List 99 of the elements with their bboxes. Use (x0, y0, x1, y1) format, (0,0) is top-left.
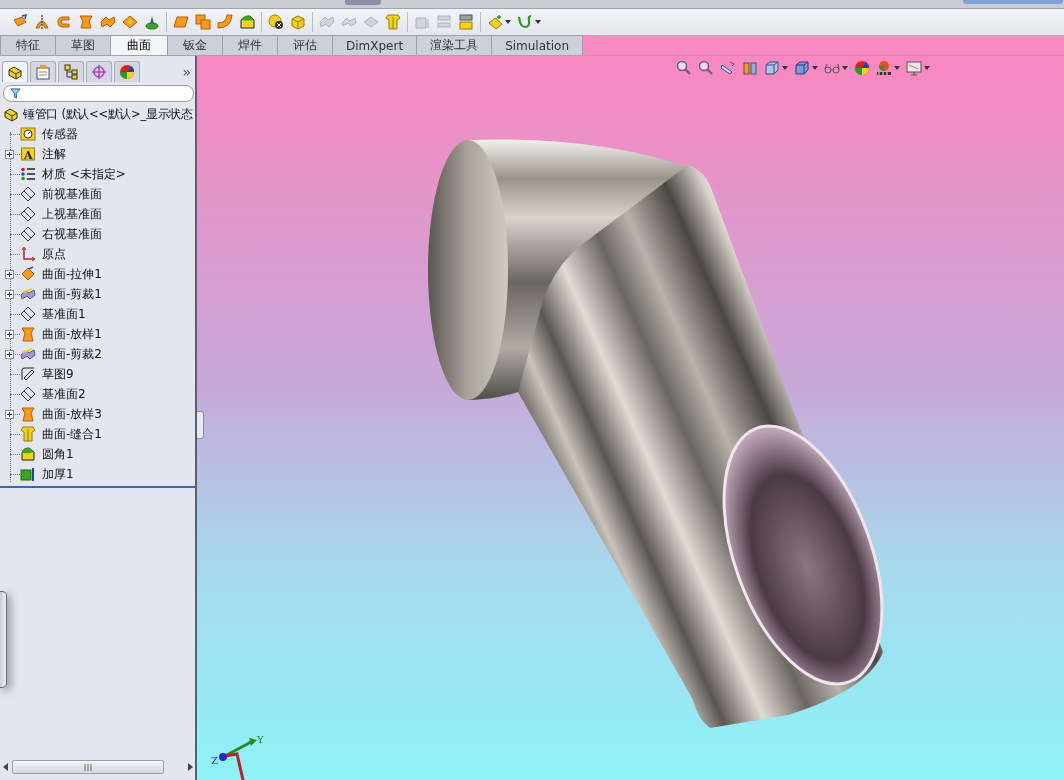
folder-letter-icon: A (20, 146, 36, 162)
tree-item[interactable]: 前视基准面 (0, 184, 195, 204)
filter-field[interactable] (3, 85, 194, 102)
trim-icon (20, 346, 36, 362)
extrude-icon (20, 266, 36, 282)
plane-icon (20, 206, 36, 222)
tree-item[interactable]: 传感器 (0, 124, 195, 144)
crosshair-icon (91, 64, 107, 80)
cube-view-icon[interactable] (764, 60, 780, 76)
caret-icon[interactable] (894, 66, 900, 70)
tree-item[interactable]: 右视基准面 (0, 224, 195, 244)
plane-icon (20, 386, 36, 402)
stacked-squares-icon[interactable] (195, 14, 211, 30)
feature-tree-icon (7, 64, 23, 80)
section-view-icon[interactable] (742, 60, 758, 76)
panel-tab[interactable] (114, 61, 140, 82)
scrollbar-thumb[interactable] (12, 760, 164, 774)
caret-icon[interactable] (782, 66, 788, 70)
wavy-sheet-icon[interactable] (100, 14, 116, 30)
color-sphere-icon[interactable] (854, 60, 870, 76)
expand-box[interactable] (5, 270, 14, 279)
bent-pipe-icon[interactable] (217, 14, 233, 30)
stack-icon[interactable] (458, 14, 474, 30)
expand-box[interactable] (5, 290, 14, 299)
tree-item[interactable]: 曲面-剪裁2 (0, 344, 195, 364)
expand-box[interactable] (5, 350, 14, 359)
scroll-left-icon[interactable] (3, 763, 8, 771)
property-sheet-icon (35, 64, 51, 80)
vest-icon (20, 426, 36, 442)
tree-item[interactable]: 曲面-拉伸1 (0, 264, 195, 284)
thicken-icon (20, 466, 36, 482)
sketch-icon (20, 366, 36, 382)
c-shape-icon[interactable] (56, 14, 72, 30)
vest-icon[interactable] (385, 14, 401, 30)
command-tab[interactable]: DimXpert (332, 35, 418, 55)
caret-icon[interactable] (505, 20, 511, 24)
trim-icon (20, 286, 36, 302)
axis-triad-drawing: Y Z (211, 732, 267, 780)
arch-icon[interactable] (34, 14, 50, 30)
command-tab[interactable]: 草图 (55, 35, 111, 55)
tree-item[interactable]: A 注解 (0, 144, 195, 164)
expand-box[interactable] (5, 150, 14, 159)
zoom-fit-icon[interactable] (676, 60, 692, 76)
color-sphere-icon (119, 64, 135, 80)
origin-icon (20, 246, 36, 262)
tree-item[interactable]: 材质 <未指定> (0, 164, 195, 184)
command-tab[interactable]: 曲面 (110, 35, 168, 55)
box-icon[interactable] (290, 14, 306, 30)
tree-item[interactable]: 曲面-剪裁1 (0, 284, 195, 304)
caret-icon[interactable] (924, 66, 930, 70)
diamond-sheet-icon[interactable] (122, 14, 138, 30)
plane-icon (20, 226, 36, 242)
panel-tab[interactable] (58, 61, 84, 82)
caret-icon[interactable] (812, 66, 818, 70)
tree-item[interactable]: 锤管口 (默认<<默认>_显示状态 (0, 104, 195, 124)
command-tab[interactable]: 特征 (0, 35, 56, 55)
monitor-icon[interactable] (906, 60, 922, 76)
command-tab[interactable]: 钣金 (167, 35, 223, 55)
panel-tab[interactable] (2, 61, 28, 82)
splitter-handle[interactable] (197, 411, 204, 439)
configuration-icon (63, 64, 79, 80)
caret-icon[interactable] (535, 20, 541, 24)
tree-item[interactable]: 基准面1 (0, 304, 195, 324)
loft-icon (20, 406, 36, 422)
tree-item[interactable]: 圆角1 (0, 444, 195, 464)
tree-item[interactable]: 上视基准面 (0, 204, 195, 224)
scroll-right-icon[interactable] (188, 763, 193, 771)
tree-item[interactable]: 曲面-放样3 (0, 404, 195, 424)
sheet-icon[interactable] (173, 14, 189, 30)
command-tab[interactable]: 渲染工具 (416, 35, 493, 55)
funnel-icon[interactable] (78, 14, 94, 30)
scene-sphere-icon[interactable] (876, 60, 892, 76)
part-icon (3, 106, 19, 122)
funnel-icon (10, 88, 21, 99)
tree-item[interactable]: 基准面2 (0, 384, 195, 404)
rounded-block-icon[interactable] (239, 14, 255, 30)
more-tabs-button[interactable]: » (182, 64, 191, 80)
loft-icon (20, 326, 36, 342)
plane-icon (20, 306, 36, 322)
circle-cross-icon[interactable] (268, 14, 284, 30)
caret-icon[interactable] (842, 66, 848, 70)
zoom-area-icon[interactable] (698, 60, 714, 76)
fillet-block-icon (20, 446, 36, 462)
material-list-icon (20, 166, 36, 182)
expand-box[interactable] (5, 410, 14, 419)
title-bar-field[interactable] (963, 0, 1063, 4)
tree-item[interactable]: 草图9 (0, 364, 195, 384)
folder-gauge-icon (20, 126, 36, 142)
command-tab[interactable]: 评估 (277, 35, 333, 55)
plane-icon (20, 186, 36, 202)
tree-item[interactable]: 加厚1 (0, 464, 195, 484)
command-tab[interactable]: Simulation (491, 35, 584, 55)
shaded-cube-icon[interactable] (794, 60, 810, 76)
grip-icon (83, 763, 93, 771)
tree-item[interactable]: 曲面-放样1 (0, 324, 195, 344)
tree-item[interactable]: 原点 (0, 244, 195, 264)
command-tab[interactable]: 焊件 (222, 35, 278, 55)
expand-box[interactable] (5, 330, 14, 339)
tree-item[interactable]: 曲面-缝合1 (0, 424, 195, 444)
